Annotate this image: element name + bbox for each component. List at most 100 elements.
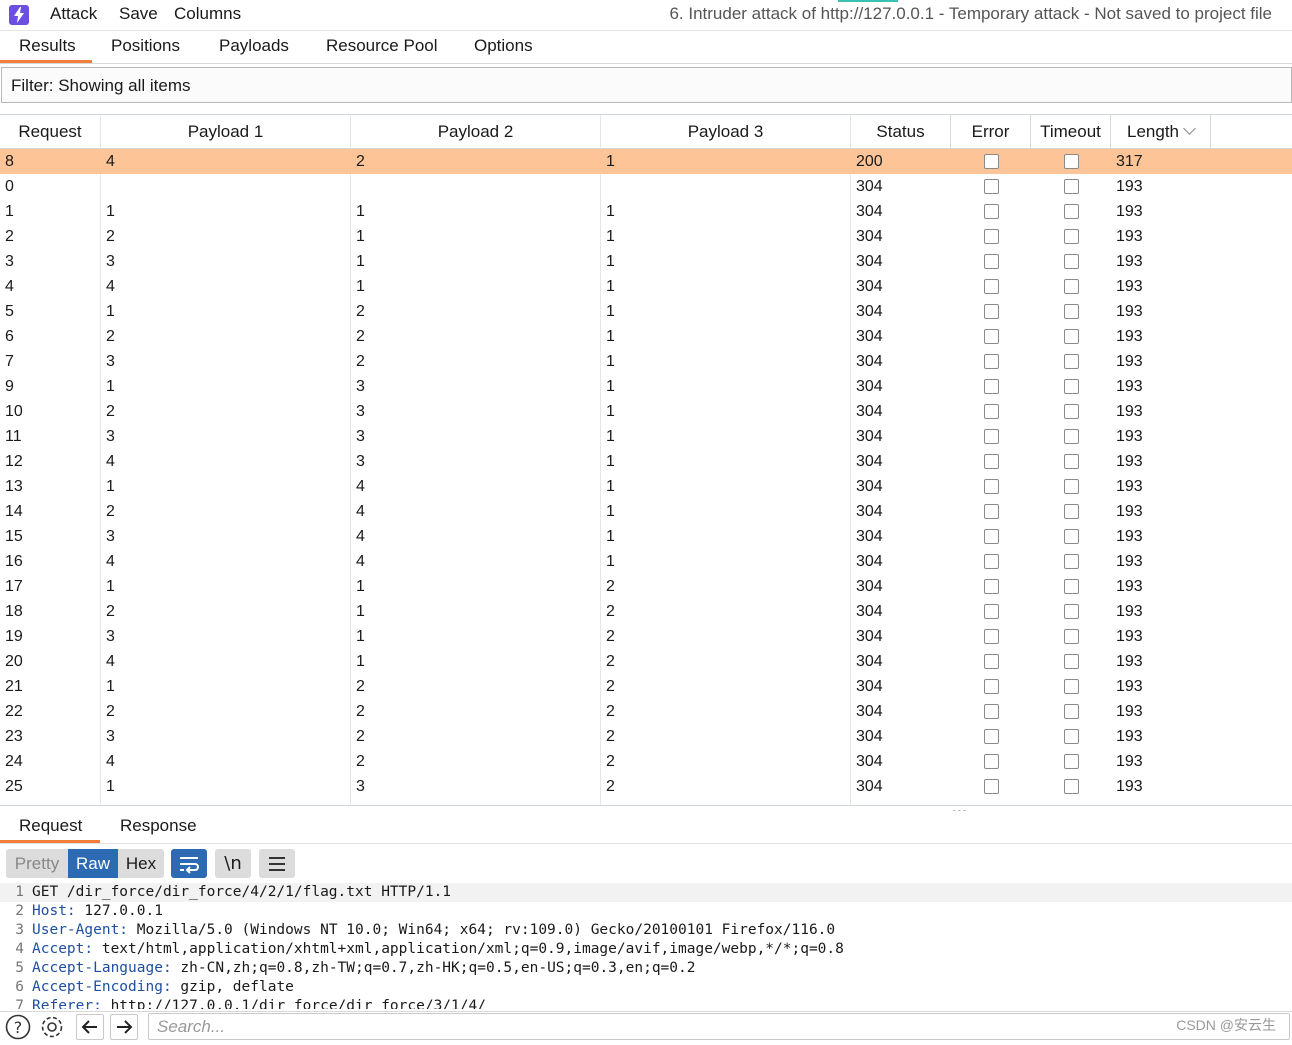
column-header-length[interactable]: Length xyxy=(1111,115,1211,148)
table-row[interactable]: 20 4 1 2 304 193 xyxy=(0,649,1292,674)
hex-button[interactable]: Hex xyxy=(118,849,164,878)
error-checkbox[interactable] xyxy=(984,279,999,294)
tab-response[interactable]: Response xyxy=(120,816,197,836)
timeout-checkbox[interactable] xyxy=(1064,754,1079,769)
column-header-timeout[interactable]: Timeout xyxy=(1031,115,1111,148)
table-row[interactable]: 3 3 1 1 304 193 xyxy=(0,249,1292,274)
table-row[interactable]: 25 1 3 2 304 193 xyxy=(0,774,1292,799)
error-checkbox[interactable] xyxy=(984,304,999,319)
pretty-button[interactable]: Pretty xyxy=(6,849,68,878)
table-row[interactable]: 22 2 2 2 304 193 xyxy=(0,699,1292,724)
search-input[interactable] xyxy=(149,1014,1157,1039)
timeout-checkbox[interactable] xyxy=(1064,179,1079,194)
table-row[interactable]: 12 4 3 1 304 193 xyxy=(0,449,1292,474)
tab-results[interactable]: Results xyxy=(19,36,76,56)
error-checkbox[interactable] xyxy=(984,379,999,394)
timeout-checkbox[interactable] xyxy=(1064,429,1079,444)
table-row[interactable]: 0 304 193 xyxy=(0,174,1292,199)
table-row[interactable]: 5 1 2 1 304 193 xyxy=(0,299,1292,324)
timeout-checkbox[interactable] xyxy=(1064,354,1079,369)
request-editor[interactable]: 1 GET /dir_force/dir_force/4/2/1/flag.txt… xyxy=(0,883,1292,1009)
timeout-checkbox[interactable] xyxy=(1064,729,1079,744)
column-header-request[interactable]: Request xyxy=(0,115,101,148)
error-checkbox[interactable] xyxy=(984,529,999,544)
error-checkbox[interactable] xyxy=(984,504,999,519)
error-checkbox[interactable] xyxy=(984,679,999,694)
filter-bar[interactable]: Filter: Showing all items xyxy=(1,67,1292,103)
error-checkbox[interactable] xyxy=(984,704,999,719)
table-row[interactable]: 2 2 1 1 304 193 xyxy=(0,224,1292,249)
table-row[interactable]: 7 3 2 1 304 193 xyxy=(0,349,1292,374)
raw-button[interactable]: Raw xyxy=(68,849,118,878)
settings-icon[interactable] xyxy=(38,1014,64,1040)
show-newlines-button[interactable]: \n xyxy=(215,849,251,878)
error-checkbox[interactable] xyxy=(984,154,999,169)
timeout-checkbox[interactable] xyxy=(1064,779,1079,794)
table-row[interactable]: 8 4 2 1 200 317 xyxy=(0,149,1292,174)
tab-positions[interactable]: Positions xyxy=(111,36,180,56)
timeout-checkbox[interactable] xyxy=(1064,704,1079,719)
error-checkbox[interactable] xyxy=(984,779,999,794)
word-wrap-button[interactable] xyxy=(171,849,207,878)
table-row[interactable]: 11 3 3 1 304 193 xyxy=(0,424,1292,449)
table-row[interactable]: 15 3 4 1 304 193 xyxy=(0,524,1292,549)
table-row[interactable]: 17 1 1 2 304 193 xyxy=(0,574,1292,599)
timeout-checkbox[interactable] xyxy=(1064,454,1079,469)
table-row[interactable]: 21 1 2 2 304 193 xyxy=(0,674,1292,699)
timeout-checkbox[interactable] xyxy=(1064,679,1079,694)
table-row[interactable]: 1 1 1 1 304 193 xyxy=(0,199,1292,224)
error-checkbox[interactable] xyxy=(984,179,999,194)
error-checkbox[interactable] xyxy=(984,254,999,269)
table-row[interactable]: 23 3 2 2 304 193 xyxy=(0,724,1292,749)
error-checkbox[interactable] xyxy=(984,354,999,369)
help-icon[interactable]: ? xyxy=(5,1014,31,1040)
timeout-checkbox[interactable] xyxy=(1064,604,1079,619)
search-field[interactable] xyxy=(148,1013,1290,1040)
error-checkbox[interactable] xyxy=(984,429,999,444)
editor-menu-button[interactable] xyxy=(259,849,295,878)
error-checkbox[interactable] xyxy=(984,579,999,594)
table-row[interactable]: 14 2 4 1 304 193 xyxy=(0,499,1292,524)
forward-arrow-icon[interactable] xyxy=(110,1014,138,1040)
table-row[interactable]: 24 4 2 2 304 193 xyxy=(0,749,1292,774)
menu-save[interactable]: Save xyxy=(119,4,158,24)
tab-resource-pool[interactable]: Resource Pool xyxy=(326,36,438,56)
table-row[interactable]: 18 2 1 2 304 193 xyxy=(0,599,1292,624)
column-header-payload-1[interactable]: Payload 1 xyxy=(101,115,351,148)
timeout-checkbox[interactable] xyxy=(1064,379,1079,394)
column-header-payload-3[interactable]: Payload 3 xyxy=(601,115,851,148)
error-checkbox[interactable] xyxy=(984,204,999,219)
timeout-checkbox[interactable] xyxy=(1064,654,1079,669)
column-header-status[interactable]: Status xyxy=(851,115,951,148)
timeout-checkbox[interactable] xyxy=(1064,254,1079,269)
menu-attack[interactable]: Attack xyxy=(50,4,97,24)
error-checkbox[interactable] xyxy=(984,404,999,419)
error-checkbox[interactable] xyxy=(984,604,999,619)
table-row[interactable]: 16 4 4 1 304 193 xyxy=(0,549,1292,574)
table-row[interactable]: 13 1 4 1 304 193 xyxy=(0,474,1292,499)
tab-payloads[interactable]: Payloads xyxy=(219,36,289,56)
table-row[interactable]: 9 1 3 1 304 193 xyxy=(0,374,1292,399)
error-checkbox[interactable] xyxy=(984,479,999,494)
timeout-checkbox[interactable] xyxy=(1064,504,1079,519)
table-row[interactable]: 6 2 2 1 304 193 xyxy=(0,324,1292,349)
column-header-payload-2[interactable]: Payload 2 xyxy=(351,115,601,148)
timeout-checkbox[interactable] xyxy=(1064,304,1079,319)
tab-options[interactable]: Options xyxy=(474,36,533,56)
error-checkbox[interactable] xyxy=(984,454,999,469)
menu-columns[interactable]: Columns xyxy=(174,4,241,24)
back-arrow-icon[interactable] xyxy=(76,1014,104,1040)
timeout-checkbox[interactable] xyxy=(1064,404,1079,419)
error-checkbox[interactable] xyxy=(984,329,999,344)
table-row[interactable]: 19 3 1 2 304 193 xyxy=(0,624,1292,649)
table-row[interactable]: 10 2 3 1 304 193 xyxy=(0,399,1292,424)
column-header-error[interactable]: Error xyxy=(951,115,1031,148)
timeout-checkbox[interactable] xyxy=(1064,479,1079,494)
timeout-checkbox[interactable] xyxy=(1064,229,1079,244)
error-checkbox[interactable] xyxy=(984,629,999,644)
timeout-checkbox[interactable] xyxy=(1064,554,1079,569)
timeout-checkbox[interactable] xyxy=(1064,529,1079,544)
error-checkbox[interactable] xyxy=(984,729,999,744)
table-row[interactable]: 4 4 1 1 304 193 xyxy=(0,274,1292,299)
timeout-checkbox[interactable] xyxy=(1064,579,1079,594)
